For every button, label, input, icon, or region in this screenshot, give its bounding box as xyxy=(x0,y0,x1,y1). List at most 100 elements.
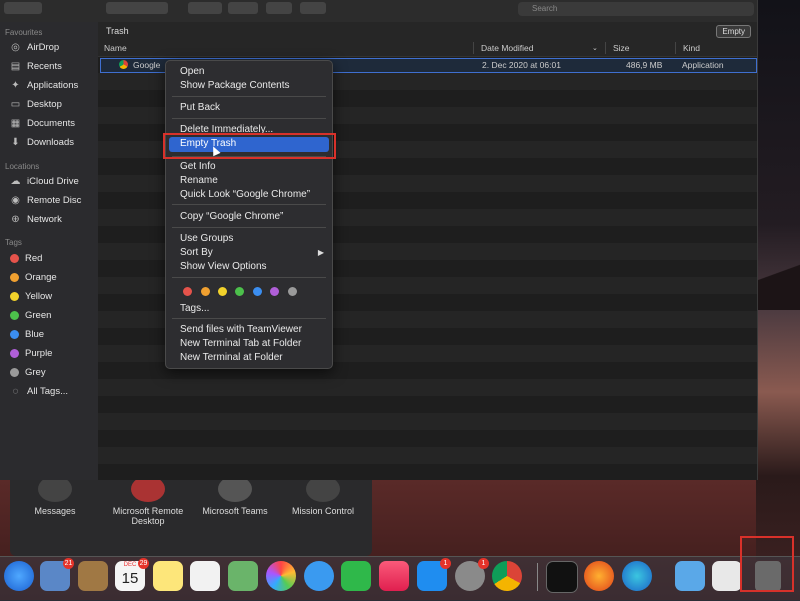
tag-dot-icon xyxy=(10,273,19,282)
menu-show-package-contents[interactable]: Show Package Contents xyxy=(180,80,290,91)
column-kind[interactable]: Kind xyxy=(683,43,700,53)
safari-icon[interactable] xyxy=(4,561,34,591)
notes-icon[interactable] xyxy=(153,561,183,591)
sidebar-item-desktop[interactable]: ▭ Desktop xyxy=(10,99,62,110)
column-date[interactable]: Date Modified xyxy=(481,43,533,53)
applications-icon: ✦ xyxy=(11,80,20,91)
menu-separator xyxy=(172,204,326,205)
edge-icon[interactable] xyxy=(622,561,652,591)
sidebar-tag-purple[interactable]: Purple xyxy=(10,348,52,359)
badge: 1 xyxy=(478,558,489,569)
facetime-icon[interactable] xyxy=(341,561,371,591)
menu-new-terminal-tab[interactable]: New Terminal Tab at Folder xyxy=(180,338,301,349)
sidebar-item-airdrop[interactable]: ◎ AirDrop xyxy=(10,42,59,53)
column-headers: Name Date Modified ⌄ Size Kind xyxy=(98,40,757,57)
finder-window: Search Favourites ◎ AirDrop ▤ Recents ✦ App… xyxy=(0,0,758,480)
annotation-box-empty-trash xyxy=(163,133,336,159)
sidebar-item-recents[interactable]: ▤ Recents xyxy=(10,61,62,72)
tag-blue-dot-icon[interactable] xyxy=(253,287,262,296)
menu-separator xyxy=(172,118,326,119)
maps-icon[interactable] xyxy=(228,561,258,591)
column-size[interactable]: Size xyxy=(613,43,630,53)
tag-purple-dot-icon[interactable] xyxy=(270,287,279,296)
sidebar-item-network[interactable]: ⊕ Network xyxy=(10,214,62,225)
menu-get-info[interactable]: Get Info xyxy=(180,161,216,172)
sidebar-heading-locations: Locations xyxy=(5,162,40,171)
chrome-icon xyxy=(119,60,128,69)
tag-orange-dot-icon[interactable] xyxy=(201,287,210,296)
document-stack-icon[interactable] xyxy=(712,561,742,591)
view-switcher[interactable] xyxy=(106,2,168,14)
sidebar-heading-favourites: Favourites xyxy=(5,28,43,37)
location-title: Trash xyxy=(106,26,129,36)
calendar-icon[interactable]: DEC 15 29 xyxy=(115,558,149,591)
desktop-wallpaper xyxy=(756,0,800,560)
menu-separator xyxy=(172,277,326,278)
firefox-icon[interactable] xyxy=(584,561,614,591)
sidebar-tag-red[interactable]: Red xyxy=(10,253,42,264)
context-menu: Open Show Package Contents Put Back Dele… xyxy=(165,60,333,369)
search-input[interactable]: Search xyxy=(518,2,754,16)
messages-icon[interactable] xyxy=(304,561,334,591)
menu-rename[interactable]: Rename xyxy=(180,175,218,186)
menu-tags[interactable]: Tags... xyxy=(180,303,209,314)
share-button[interactable] xyxy=(266,2,292,14)
action-button[interactable] xyxy=(228,2,258,14)
menu-teamviewer[interactable]: Send files with TeamViewer xyxy=(180,324,302,335)
column-name[interactable]: Name xyxy=(104,43,127,53)
tag-grey-dot-icon[interactable] xyxy=(288,287,297,296)
menu-use-groups[interactable]: Use Groups xyxy=(180,233,233,244)
badge: 29 xyxy=(138,558,149,569)
menu-sort-by[interactable]: Sort By xyxy=(180,247,213,258)
sidebar-all-tags[interactable]: ◌ All Tags... xyxy=(10,386,69,397)
contacts-icon[interactable] xyxy=(78,561,108,591)
tag-green-dot-icon[interactable] xyxy=(235,287,244,296)
sidebar-item-downloads[interactable]: ⬇ Downloads xyxy=(10,137,74,148)
app-store-icon[interactable]: 1 xyxy=(417,558,451,591)
sidebar-item-documents[interactable]: ▦ Documents xyxy=(10,118,75,129)
sidebar: Favourites ◎ AirDrop ▤ Recents ✦ Applicatio… xyxy=(0,22,98,480)
launch-item-messages[interactable]: Messages xyxy=(10,476,100,516)
tag-yellow-dot-icon[interactable] xyxy=(218,287,227,296)
tag-dot-icon xyxy=(10,368,19,377)
launch-item-mission-control[interactable]: Mission Control xyxy=(278,476,368,516)
downloads-folder-icon[interactable] xyxy=(675,561,705,591)
sidebar-item-remote-disc[interactable]: ◉ Remote Disc xyxy=(10,195,81,206)
menu-quick-look[interactable]: Quick Look “Google Chrome” xyxy=(180,189,310,200)
menu-put-back[interactable]: Put Back xyxy=(180,102,220,113)
reminders-icon[interactable] xyxy=(190,561,220,591)
tag-dot-icon xyxy=(10,330,19,339)
sidebar-tag-orange[interactable]: Orange xyxy=(10,272,57,283)
sidebar-item-applications[interactable]: ✦ Applications xyxy=(10,80,78,91)
launch-item-teams[interactable]: Microsoft Teams xyxy=(190,476,280,516)
terminal-icon[interactable] xyxy=(546,561,578,593)
sidebar-tag-green[interactable]: Green xyxy=(10,310,51,321)
tag-red-dot-icon[interactable] xyxy=(183,287,192,296)
sidebar-tag-yellow[interactable]: Yellow xyxy=(10,291,52,302)
menu-new-terminal[interactable]: New Terminal at Folder xyxy=(180,352,283,363)
music-icon[interactable] xyxy=(379,561,409,591)
empty-button[interactable]: Empty xyxy=(716,25,751,38)
row-name: Google xyxy=(133,60,161,70)
tag-dot-icon xyxy=(10,254,19,263)
menu-separator xyxy=(172,318,326,319)
chrome-icon[interactable] xyxy=(492,561,522,591)
group-button[interactable] xyxy=(188,2,222,14)
sidebar-heading-tags: Tags xyxy=(5,238,22,247)
sidebar-tag-blue[interactable]: Blue xyxy=(10,329,44,340)
preview-icon[interactable]: 21 xyxy=(40,558,74,591)
cloud-icon: ☁ xyxy=(10,176,21,187)
launchpad-folder: Messages Microsoft Remote Desktop Micros… xyxy=(10,470,372,556)
menu-copy[interactable]: Copy “Google Chrome” xyxy=(180,211,283,222)
system-preferences-icon[interactable]: 1 xyxy=(455,558,489,591)
tag-button[interactable] xyxy=(300,2,326,14)
menu-show-view-options[interactable]: Show View Options xyxy=(180,261,267,272)
nav-buttons[interactable] xyxy=(4,2,42,14)
sidebar-tag-grey[interactable]: Grey xyxy=(10,367,46,378)
launch-item-remote-desktop[interactable]: Microsoft Remote Desktop xyxy=(103,476,193,526)
photos-icon[interactable] xyxy=(266,561,296,591)
sidebar-item-icloud[interactable]: ☁ iCloud Drive xyxy=(10,176,79,187)
badge: 1 xyxy=(440,558,451,569)
menu-open[interactable]: Open xyxy=(180,66,204,77)
menu-separator xyxy=(172,96,326,97)
